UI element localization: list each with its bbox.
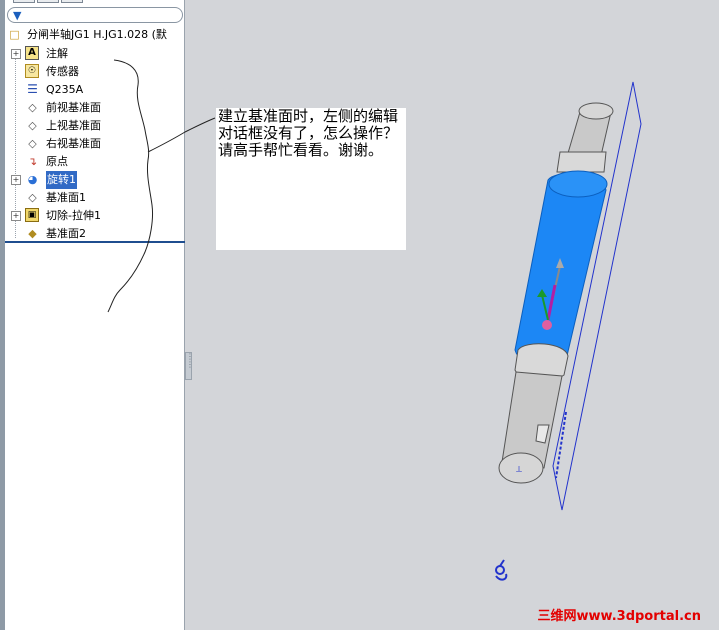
sketch-origin-marker: ⟂ <box>516 465 522 475</box>
handdrawn-annotation-line <box>107 59 216 313</box>
question-note-text: 建立基准面时，左侧的编辑对话框没有了，怎么操作？请高手帮忙看看。谢谢。 <box>218 107 399 159</box>
triad-origin-handle[interactable] <box>542 320 552 330</box>
cylinder-top-edge <box>548 170 608 198</box>
question-note-box: 建立基准面时，左侧的编辑对话框没有了，怎么操作？请高手帮忙看看。谢谢。 <box>216 108 406 250</box>
shaft-step <box>556 151 607 173</box>
selected-cylinder-face[interactable] <box>514 172 607 368</box>
graphics-viewport[interactable]: ⟂ <box>0 0 719 630</box>
shaft-top-end <box>578 102 614 120</box>
view-orientation-triad-icon <box>495 559 508 581</box>
site-watermark: 三维网www.3dportal.cn <box>537 609 701 624</box>
shaft-lower-segment[interactable] <box>501 371 563 469</box>
